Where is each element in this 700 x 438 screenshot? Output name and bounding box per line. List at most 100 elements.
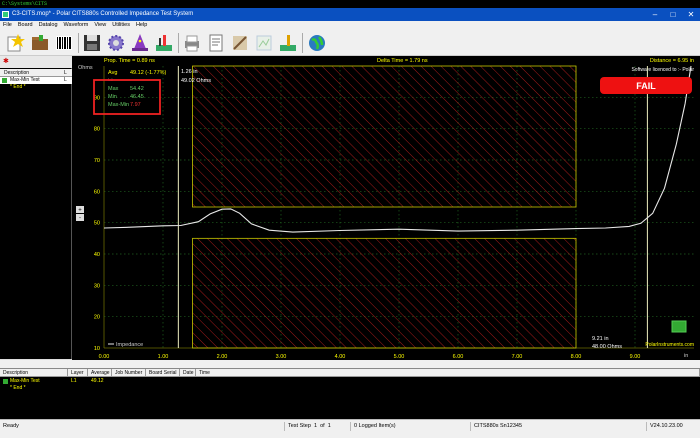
menu-help[interactable]: Help bbox=[133, 21, 150, 30]
status-logged-items: 0 Logged Item(s) bbox=[350, 422, 470, 431]
col-job-number[interactable]: Job Number bbox=[112, 369, 146, 377]
license-text: Software licenced to :- Polar bbox=[631, 67, 694, 73]
col-time[interactable]: Time bbox=[196, 369, 700, 377]
col-description[interactable]: Description bbox=[4, 69, 29, 77]
test-step-of: of bbox=[320, 423, 325, 429]
wizard-hat-icon[interactable] bbox=[129, 32, 151, 54]
status-ready: Ready bbox=[3, 423, 19, 429]
probe-test-icon[interactable] bbox=[153, 32, 175, 54]
max-label: Max bbox=[108, 86, 119, 92]
status-test-step: Test Step 1 of 1 bbox=[284, 422, 350, 431]
y-tick-label: 80 bbox=[94, 127, 100, 133]
legend-impedance: Impedance bbox=[116, 342, 143, 348]
min-value: 46.45 bbox=[130, 94, 144, 100]
y-tick-label: 50 bbox=[94, 221, 100, 227]
row-description: Max-Min Test bbox=[10, 378, 40, 384]
barcode-icon[interactable] bbox=[53, 32, 75, 54]
test-step-number: 1 bbox=[314, 423, 318, 429]
menu-file[interactable]: File bbox=[0, 21, 15, 30]
cursor2-value: 48.00 Ohms bbox=[592, 344, 622, 350]
maxmin-label: Max-Min bbox=[108, 102, 129, 108]
toolbar-separator bbox=[78, 33, 79, 53]
delta-time-readout: Delta Time = 1.79 ns bbox=[377, 58, 428, 64]
maximize-icon[interactable]: □ bbox=[664, 8, 682, 21]
cursor1-value: 49.02 Ohms bbox=[181, 78, 211, 84]
menu-datalog[interactable]: Datalog bbox=[36, 21, 61, 30]
min-label: Min bbox=[108, 94, 117, 100]
erase-icon[interactable] bbox=[229, 32, 251, 54]
test-item-label: Max-Min Test bbox=[10, 77, 40, 83]
status-bar: Ready Test Step 1 of 1 0 Logged Item(s) … bbox=[0, 419, 700, 438]
open-folder-icon[interactable] bbox=[29, 32, 51, 54]
window-title: C3-CITS.mop* - Polar CITS880s Controlled… bbox=[12, 11, 194, 17]
test-item-label: * End * bbox=[10, 84, 26, 90]
close-icon[interactable]: ✕ bbox=[682, 8, 700, 21]
table-row[interactable]: Max-Min Test L1 49.12 bbox=[0, 378, 700, 385]
row-layer: L1 bbox=[71, 378, 77, 384]
test-step-label: Test Step bbox=[288, 423, 311, 429]
disabled-map-icon[interactable] bbox=[253, 32, 275, 54]
settings-gear-icon[interactable] bbox=[105, 32, 127, 54]
status-serial: CITS880s Sn12345 bbox=[470, 422, 646, 431]
zoom-out-glyph: - bbox=[79, 216, 81, 222]
panel-header: Description L bbox=[0, 69, 72, 77]
x-unit-label: in bbox=[684, 353, 688, 359]
add-test-icon[interactable]: ✱ bbox=[3, 58, 9, 65]
y-tick-label: 20 bbox=[94, 315, 100, 321]
limit-bands bbox=[192, 65, 577, 349]
menu-bar: File Board Datalog Waveform View Utilities Hel… bbox=[0, 21, 700, 30]
fail-label: FAIL bbox=[636, 81, 656, 91]
panel-toolbar: ✱ bbox=[0, 56, 72, 68]
test-list-panel: ✱ Description L Max-Min Test L * End * bbox=[0, 56, 72, 367]
minimize-icon[interactable]: – bbox=[646, 8, 664, 21]
report-icon[interactable] bbox=[205, 32, 227, 54]
avg-label: Avg bbox=[108, 70, 117, 76]
maxmin-value: 7.97 bbox=[130, 102, 141, 108]
graph-hscrollbar[interactable] bbox=[0, 360, 700, 368]
menu-utilities[interactable]: Utilities bbox=[109, 21, 133, 30]
col-date[interactable]: Date bbox=[180, 369, 196, 377]
save-icon[interactable] bbox=[81, 32, 103, 54]
cursor1-position: 1.26 in bbox=[181, 69, 198, 75]
waveform-graph[interactable]: Ohms Prop. Time = 0.89 ns Delta Time = 1… bbox=[74, 56, 700, 367]
brand-text: PolarInstruments.com bbox=[645, 342, 694, 348]
y-tick-label: 60 bbox=[94, 189, 100, 195]
prop-time-readout: Prop. Time = 0.89 ns bbox=[104, 58, 155, 64]
toolbar bbox=[0, 30, 700, 56]
zoom-in-glyph: + bbox=[78, 208, 82, 214]
calibrate-icon[interactable] bbox=[277, 32, 299, 54]
toolbar-separator bbox=[302, 33, 303, 53]
test-item-layer: L bbox=[64, 77, 67, 83]
new-board-icon[interactable] bbox=[4, 32, 26, 54]
row-average: 49.12 bbox=[91, 378, 104, 384]
table-row[interactable]: * End * bbox=[0, 385, 700, 392]
toolbox-icon[interactable] bbox=[671, 320, 687, 333]
test-pass-icon bbox=[2, 78, 7, 83]
app-icon bbox=[2, 11, 9, 18]
shell-path-strip: C:\Systems\CITS bbox=[0, 0, 700, 8]
cursor2-position: 9.21 in bbox=[592, 336, 609, 342]
row-description: * End * bbox=[10, 385, 26, 391]
col-description[interactable]: Description bbox=[0, 369, 68, 377]
waveform-svg[interactable]: Ohms Prop. Time = 0.89 ns Delta Time = 1… bbox=[74, 56, 700, 360]
y-tick-label: 70 bbox=[94, 158, 100, 164]
test-item[interactable]: * End * bbox=[0, 84, 72, 91]
menu-view[interactable]: View bbox=[91, 21, 109, 30]
menu-waveform[interactable]: Waveform bbox=[61, 21, 92, 30]
print-icon[interactable] bbox=[181, 32, 203, 54]
results-table: Description Layer Average Job Number Boa… bbox=[0, 368, 700, 419]
col-average[interactable]: Average bbox=[88, 369, 112, 377]
test-item[interactable]: Max-Min Test L bbox=[0, 77, 72, 84]
globe-icon[interactable] bbox=[306, 32, 328, 54]
col-layer[interactable]: Layer bbox=[68, 369, 88, 377]
menu-board[interactable]: Board bbox=[15, 21, 36, 30]
title-bar: C3-CITS.mop* - Polar CITS880s Controlled… bbox=[0, 8, 700, 21]
toolbar-separator bbox=[178, 33, 179, 53]
col-layer[interactable]: L bbox=[64, 69, 67, 77]
col-board-serial[interactable]: Board Serial bbox=[146, 369, 180, 377]
status-version: V24.10.23.00 bbox=[646, 422, 700, 431]
y-tick-label: 30 bbox=[94, 283, 100, 289]
max-value: 54.42 bbox=[130, 86, 144, 92]
limit-band-hatch bbox=[192, 238, 576, 348]
y-tick-label: 40 bbox=[94, 252, 100, 258]
